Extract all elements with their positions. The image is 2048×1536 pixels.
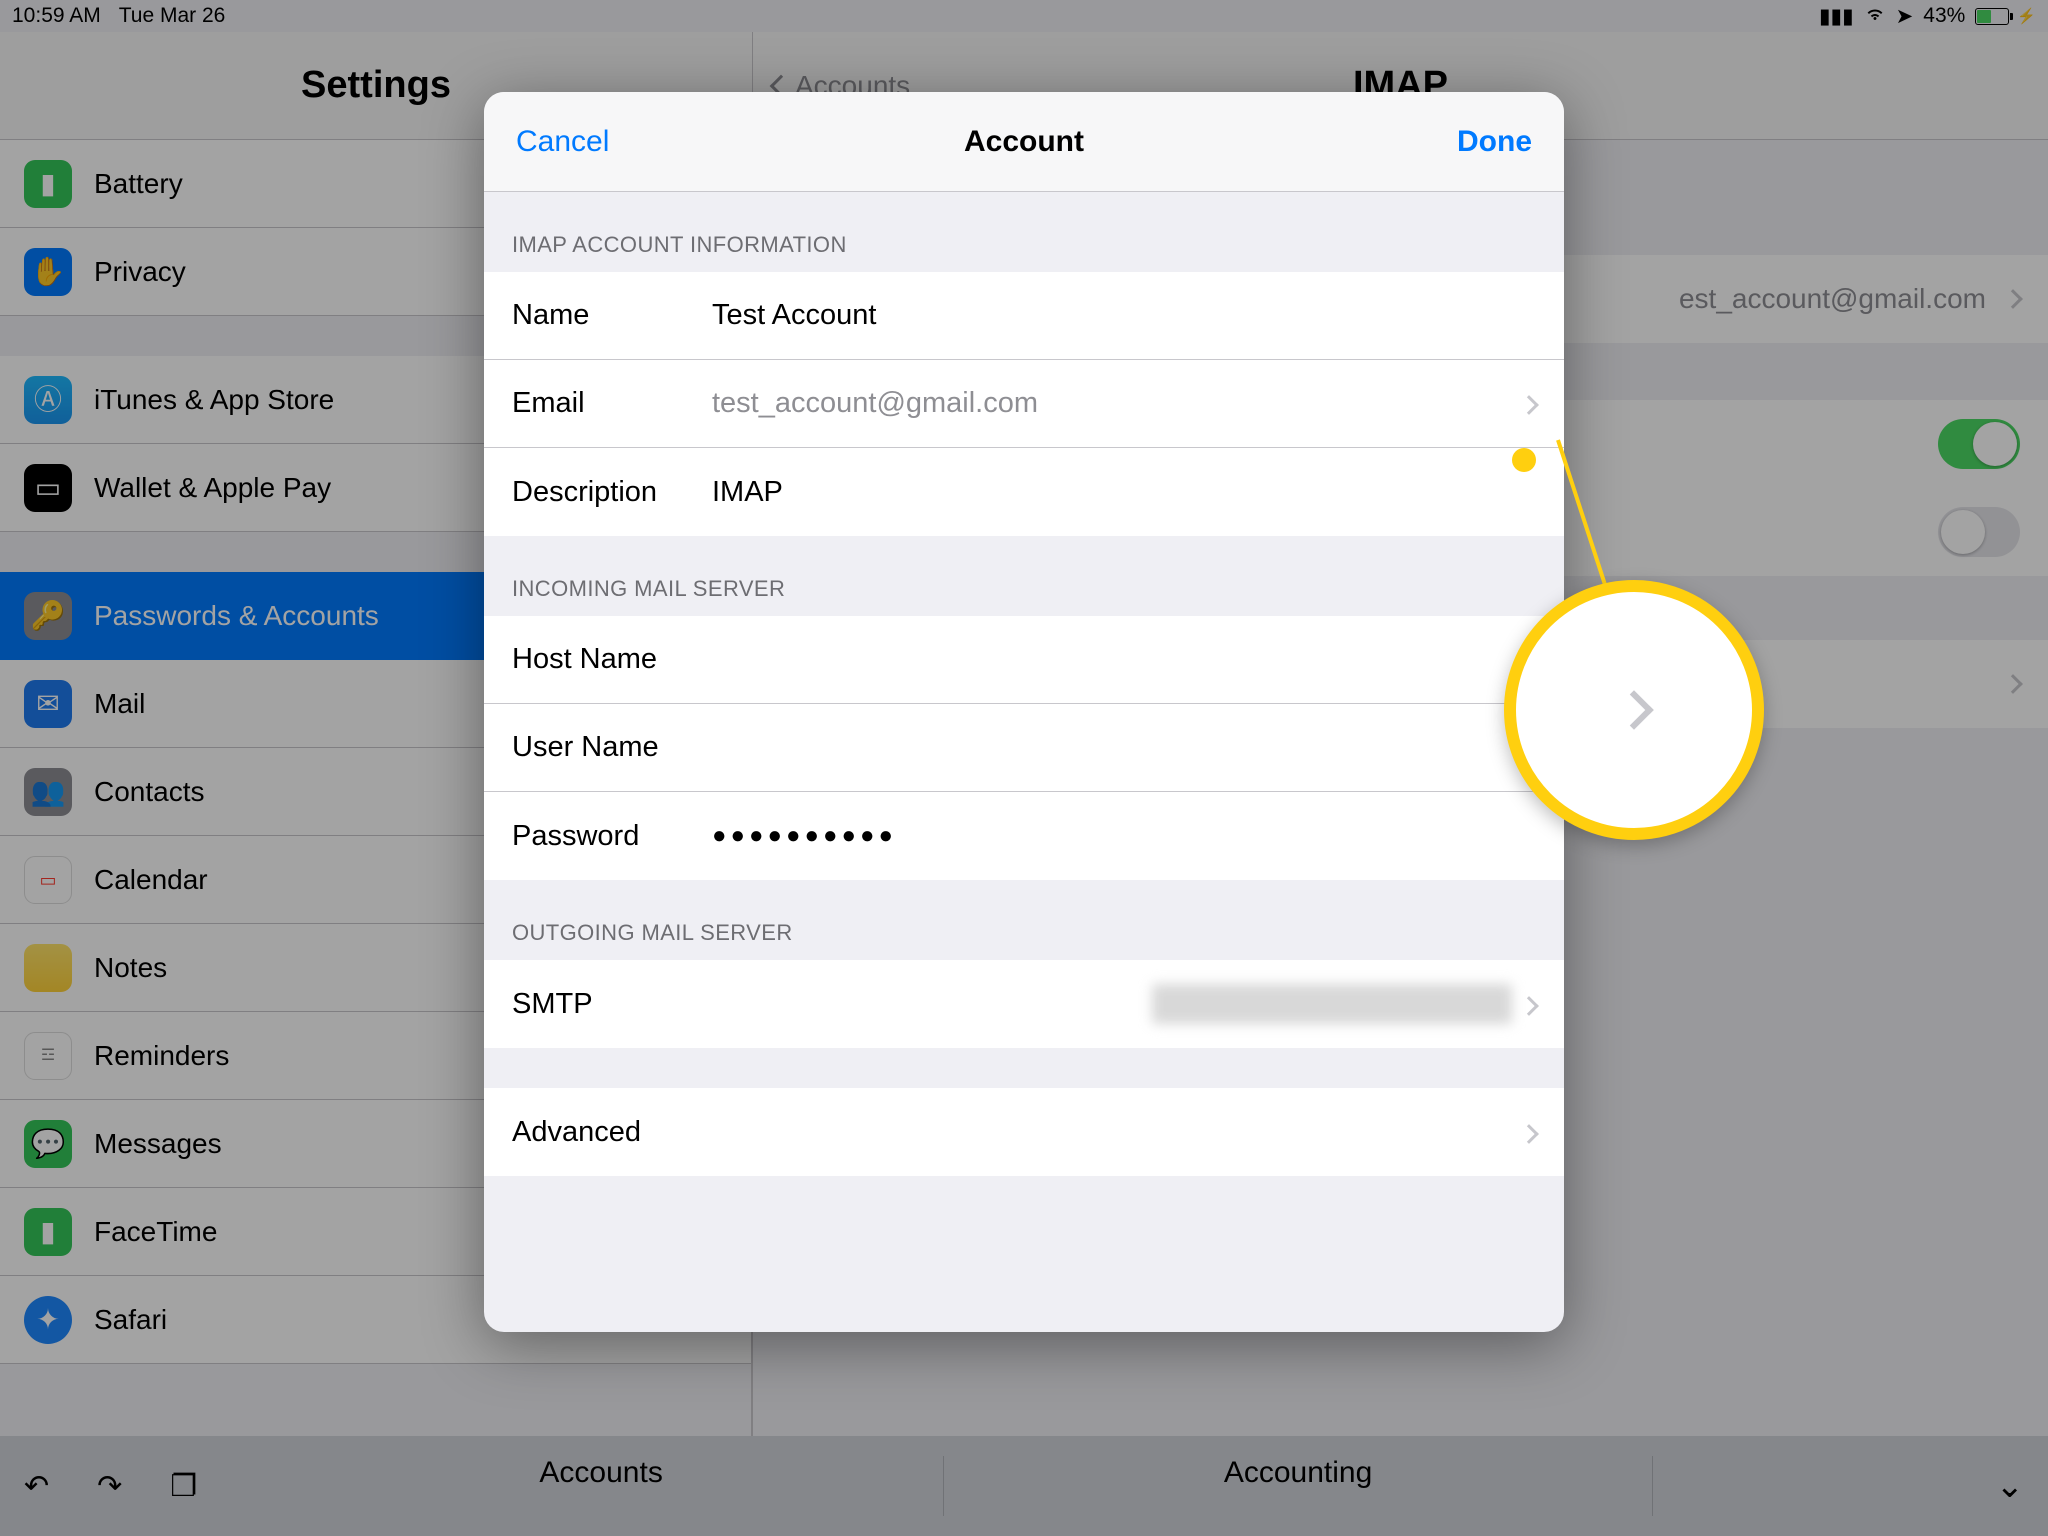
modal-title: Account bbox=[964, 125, 1084, 159]
callout-anchor-dot bbox=[1512, 448, 1536, 472]
chevron-right-icon bbox=[1519, 1124, 1539, 1144]
modal-header: Cancel Account Done bbox=[484, 92, 1564, 192]
description-row[interactable]: Description IMAP bbox=[484, 448, 1564, 536]
advanced-row[interactable]: Advanced bbox=[484, 1088, 1564, 1176]
chevron-right-icon bbox=[1519, 996, 1539, 1016]
smtp-value-redacted bbox=[1152, 984, 1512, 1024]
username-row[interactable]: User Name bbox=[484, 704, 1564, 792]
done-button[interactable]: Done bbox=[1425, 92, 1564, 192]
description-value[interactable]: IMAP bbox=[712, 476, 1536, 509]
description-label: Description bbox=[512, 476, 712, 509]
account-modal: Cancel Account Done IMAP ACCOUNT INFORMA… bbox=[484, 92, 1564, 1332]
password-row[interactable]: Password ●●●●●●●●●● bbox=[484, 792, 1564, 880]
smtp-label: SMTP bbox=[512, 988, 593, 1021]
password-value[interactable]: ●●●●●●●●●● bbox=[712, 822, 1536, 850]
name-label: Name bbox=[512, 299, 712, 332]
section-header-outgoing: OUTGOING MAIL SERVER bbox=[484, 880, 1564, 960]
email-label: Email bbox=[512, 387, 712, 420]
hostname-label: Host Name bbox=[512, 643, 712, 676]
email-value: test_account@gmail.com bbox=[712, 387, 1512, 420]
chevron-right-icon bbox=[1519, 395, 1539, 415]
username-label: User Name bbox=[512, 731, 712, 764]
name-row[interactable]: Name Test Account bbox=[484, 272, 1564, 360]
chevron-right-icon bbox=[1614, 690, 1654, 730]
section-header-incoming: INCOMING MAIL SERVER bbox=[484, 536, 1564, 616]
smtp-row[interactable]: SMTP bbox=[484, 960, 1564, 1048]
callout-highlight-ring bbox=[1504, 580, 1764, 840]
cancel-button[interactable]: Cancel bbox=[484, 92, 641, 192]
section-header-imap-info: IMAP ACCOUNT INFORMATION bbox=[484, 192, 1564, 272]
name-value[interactable]: Test Account bbox=[712, 299, 1536, 332]
advanced-label: Advanced bbox=[512, 1116, 641, 1149]
email-row[interactable]: Email test_account@gmail.com bbox=[484, 360, 1564, 448]
hostname-row[interactable]: Host Name bbox=[484, 616, 1564, 704]
password-label: Password bbox=[512, 820, 712, 853]
